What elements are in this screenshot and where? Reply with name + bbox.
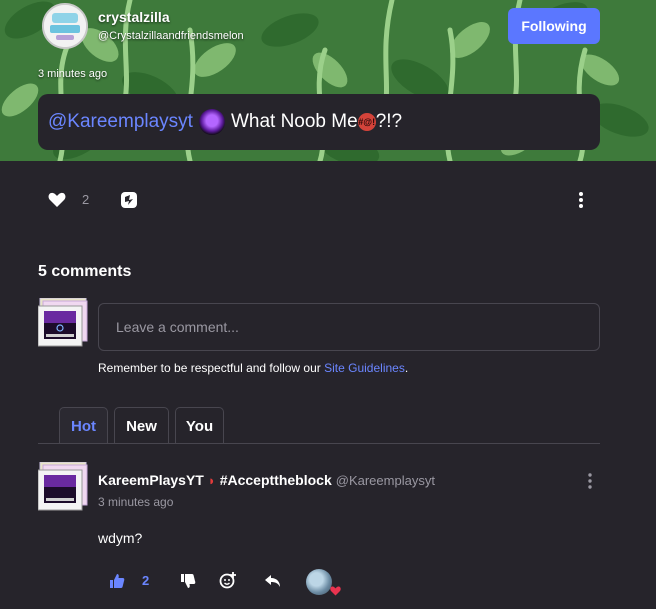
post-actions: 2 [0, 180, 656, 220]
reaction-user-avatar[interactable] [306, 569, 332, 595]
comments-count-heading: 5 comments [38, 263, 132, 280]
comment-like-count: 2 [142, 573, 150, 588]
following-button[interactable]: Following [508, 8, 600, 44]
comment-text: wdym? [98, 530, 143, 546]
heart-icon[interactable] [48, 192, 66, 208]
watermelon-icon: ◗ [207, 473, 216, 488]
tabs-divider [38, 443, 600, 444]
message-suffix: ?!? [375, 111, 403, 132]
comment-author-tag: #Accepttheblock [219, 472, 332, 488]
mention-link[interactable]: @Kareemplaysyt [48, 111, 193, 133]
guidelines-notice: Remember to be respectful and follow our… [98, 361, 408, 375]
add-reaction-icon[interactable] [219, 571, 237, 589]
post-timestamp: 3 minutes ago [38, 68, 108, 80]
commenter-avatar[interactable] [38, 462, 88, 512]
comment-more-icon[interactable] [585, 473, 595, 489]
author-handle[interactable]: @Crystalzillaandfriendsmelon [98, 30, 244, 42]
thumbs-up-icon[interactable] [109, 573, 125, 589]
tab-new[interactable]: New [114, 407, 169, 444]
remix-icon[interactable] [120, 191, 138, 209]
post-like-count: 2 [82, 192, 90, 207]
tab-you[interactable]: You [175, 407, 224, 444]
more-vertical-icon[interactable] [575, 191, 587, 209]
comment-author-handle[interactable]: @Kareemplaysyt [336, 473, 435, 488]
guidelines-text: Remember to be respectful and follow our [98, 361, 325, 375]
tab-hot[interactable]: Hot [59, 407, 108, 444]
author-avatar[interactable] [42, 3, 88, 49]
reply-icon[interactable] [264, 573, 282, 589]
post-banner: crystalzilla @Crystalzillaandfriendsmelo… [0, 0, 656, 161]
avatar-image [44, 5, 86, 47]
thumbs-down-icon[interactable] [180, 573, 196, 589]
author-username[interactable]: crystalzilla [98, 9, 170, 25]
message-text: What Noob Me [230, 111, 358, 132]
guidelines-period: . [404, 361, 409, 375]
current-user-avatar [38, 298, 88, 347]
site-guidelines-link[interactable]: Site Guidelines [324, 361, 405, 375]
comment-author-name[interactable]: KareemPlaysYT [98, 472, 204, 488]
comment-author-line: KareemPlaysYT ◗ #Accepttheblock @Kareemplay… [98, 472, 435, 488]
heart-reaction-icon [330, 586, 341, 596]
comment-input[interactable] [98, 303, 600, 351]
avatar-emoji-icon [198, 109, 225, 135]
comment-timestamp: 3 minutes ago [98, 495, 174, 509]
angry-face-icon: #@! [357, 113, 376, 131]
post-message: @Kareemplaysyt What Noob Me #@! ?!? [38, 94, 600, 150]
